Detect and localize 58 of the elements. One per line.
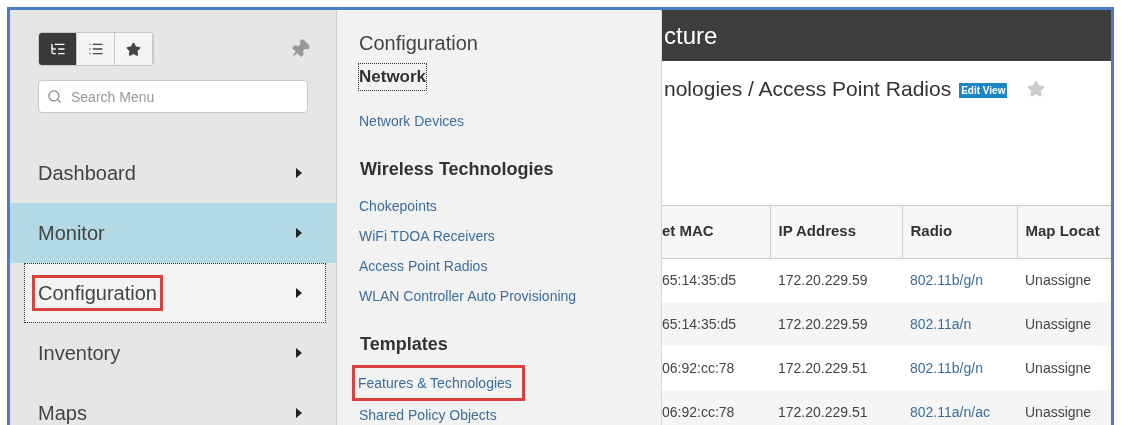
caret-icon (296, 348, 302, 358)
table-cell: Unassigne (1017, 258, 1111, 302)
star-icon[interactable] (1027, 79, 1046, 98)
table-cell[interactable]: 802.11a/n/ac (902, 390, 1017, 425)
table-cell: 65:14:35:d5 (662, 258, 770, 302)
column-header[interactable]: et MAC (662, 205, 770, 258)
menu-label: Maps (38, 401, 87, 425)
table-cell: 65:14:35:d5 (662, 302, 770, 346)
caret-icon (296, 168, 302, 178)
section-heading: Network (359, 64, 427, 90)
caret-icon (296, 288, 302, 298)
menu-label: Configuration (35, 278, 160, 308)
section-heading: Templates (360, 332, 448, 356)
menu-item[interactable]: Monitor (10, 203, 336, 263)
menu-link[interactable]: WiFi TDOA Receivers (359, 220, 495, 251)
search-field[interactable]: Search Menu (38, 80, 308, 113)
menu-link[interactable]: Features & Technologies (355, 367, 522, 398)
table-cell: 172.20.229.59 (770, 302, 902, 346)
table-cell[interactable]: 802.11a/n (902, 302, 1017, 346)
breadcrumb: nologies / Access Point Radios (664, 76, 952, 102)
menu-label: Dashboard (38, 161, 136, 186)
list-icon (87, 41, 104, 57)
menu-link[interactable]: WLAN Controller Auto Provisioning (359, 280, 577, 311)
tree-list-icon (49, 41, 66, 57)
search-icon (47, 89, 62, 104)
menu-link[interactable]: Shared Policy Objects (359, 399, 497, 425)
column-header[interactable]: Map Locat (1017, 205, 1111, 258)
table-cell: 172.20.229.59 (770, 258, 902, 302)
column-header[interactable]: Radio (902, 205, 1017, 258)
edit-view-link[interactable]: Edit View (959, 83, 1008, 99)
view-toggle[interactable] (39, 33, 77, 65)
column-header[interactable]: IP Address (770, 205, 902, 258)
caret-icon (296, 408, 302, 418)
table-cell: 172.20.229.51 (770, 346, 902, 390)
view-toggle[interactable] (77, 33, 115, 65)
flyout-title: Configuration (359, 31, 479, 56)
menu-link[interactable]: Chokepoints (359, 190, 437, 221)
table-cell: Unassigne (1017, 302, 1111, 346)
header-title: cture (664, 20, 718, 51)
table-cell[interactable]: 802.11b/g/n (902, 258, 1017, 302)
caret-icon (296, 228, 302, 238)
star-icon (126, 41, 141, 57)
menu-item[interactable]: Dashboard (10, 143, 336, 203)
menu-label: Monitor (38, 221, 105, 246)
section-heading: Wireless Technologies (360, 157, 554, 181)
menu-item[interactable]: Configuration (24, 263, 326, 323)
table-cell: 172.20.229.51 (770, 390, 902, 425)
table-cell[interactable]: 802.11b/g/n (902, 346, 1017, 390)
table-cell: Unassigne (1017, 390, 1111, 425)
menu-link[interactable]: Network Devices (359, 105, 465, 136)
table-cell: 06:92:cc:78 (662, 390, 770, 425)
table-cell: 06:92:cc:78 (662, 346, 770, 390)
menu-label: Inventory (38, 341, 121, 366)
menu-item[interactable]: Inventory (10, 323, 336, 383)
table-cell: Unassigne (1017, 346, 1111, 390)
menu-item[interactable]: Maps (10, 383, 336, 425)
view-toggle[interactable] (115, 33, 153, 65)
menu-link[interactable]: Access Point Radios (359, 250, 488, 281)
